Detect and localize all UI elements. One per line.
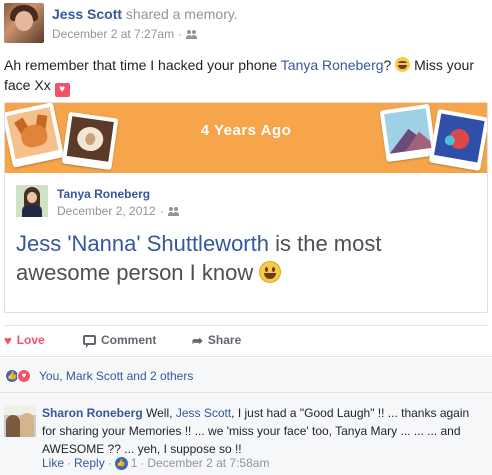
memory-banner: 4 Years Ago: [5, 103, 487, 173]
meta-separator: ·: [178, 27, 183, 41]
post-mention[interactable]: Tanya Roneberg: [281, 57, 384, 73]
author-action: shared a memory.: [122, 6, 238, 22]
mountain-photo-illustration: [379, 103, 437, 163]
comment-author[interactable]: Sharon Roneberg: [42, 406, 143, 420]
comment-actions: Like · Reply · 👍 1 · December 2 at 7:58a…: [42, 456, 270, 470]
commenter-avatar[interactable]: [4, 405, 36, 437]
like-count-icon: 👍: [114, 456, 128, 470]
comment-mention[interactable]: Jess Scott: [176, 406, 231, 420]
love-icon: ♥: [17, 369, 31, 383]
shared-author-avatar[interactable]: [16, 185, 48, 217]
share-arrow-icon: ➦: [192, 332, 203, 348]
heart-icon: ♥: [4, 332, 12, 348]
memory-card[interactable]: 4 Years Ago Tanya Roneberg December 2, 2…: [4, 102, 488, 313]
post-header: Jess Scott shared a memory. December 2 a…: [0, 0, 492, 46]
shared-mention[interactable]: Jess 'Nanna' Shuttleworth: [16, 231, 269, 256]
laughing-emoji-icon: [395, 57, 411, 72]
love-button[interactable]: ♥ Love: [4, 333, 45, 347]
comment-like-link[interactable]: Like: [42, 456, 64, 470]
shared-author-name[interactable]: Tanya Roneberg: [57, 187, 150, 201]
reaction-icons[interactable]: 👍 ♥: [5, 369, 35, 383]
comment-timestamp[interactable]: December 2 at 7:58am: [147, 456, 269, 470]
share-button[interactable]: ➦ Share: [192, 333, 241, 347]
author-name[interactable]: Jess Scott: [52, 6, 122, 22]
post-timestamp[interactable]: December 2 at 7:27am: [52, 27, 174, 41]
reaction-summary[interactable]: You, Mark Scott and 2 others: [39, 369, 193, 383]
post-text: Ah remember that time I hacked your phon…: [4, 57, 475, 97]
coffee-photo-illustration: [61, 111, 119, 171]
action-bar: ♥ Love Comment ➦ Share: [4, 328, 488, 354]
reactions-row: 👍 ♥ You, Mark Scott and 2 others: [0, 358, 492, 392]
share-label: Share: [207, 333, 242, 347]
shared-meta: December 2, 2012 ·: [57, 204, 179, 218]
comment-label: Comment: [101, 333, 157, 347]
balloon-photo-illustration: [428, 108, 487, 172]
shared-post: Tanya Roneberg December 2, 2012 · Jess '…: [5, 173, 487, 312]
heart-emoji-icon: ♥: [54, 83, 70, 97]
comment-button[interactable]: Comment: [83, 333, 157, 348]
shared-timestamp[interactable]: December 2, 2012: [57, 204, 156, 218]
comment-item: Sharon Roneberg Well, Jess Scott, I just…: [0, 392, 492, 475]
comment-like-count[interactable]: 1: [131, 456, 138, 470]
friends-icon[interactable]: [186, 29, 198, 39]
love-label: Love: [16, 333, 45, 347]
divider: [0, 356, 492, 357]
smiling-emoji-icon: [259, 261, 282, 283]
shared-post-text: Jess 'Nanna' Shuttleworth is the most aw…: [16, 231, 382, 285]
post-meta: December 2 at 7:27am ·: [52, 27, 198, 41]
author-avatar[interactable]: [4, 3, 44, 43]
divider: [4, 325, 488, 326]
friends-icon[interactable]: [167, 206, 179, 216]
shared-separator: ·: [159, 204, 164, 218]
author-line: Jess Scott shared a memory.: [52, 6, 238, 22]
comment-reply-link[interactable]: Reply: [74, 456, 105, 470]
comment-icon: [83, 335, 96, 348]
comment-body: Sharon Roneberg Well, Jess Scott, I just…: [42, 406, 470, 456]
